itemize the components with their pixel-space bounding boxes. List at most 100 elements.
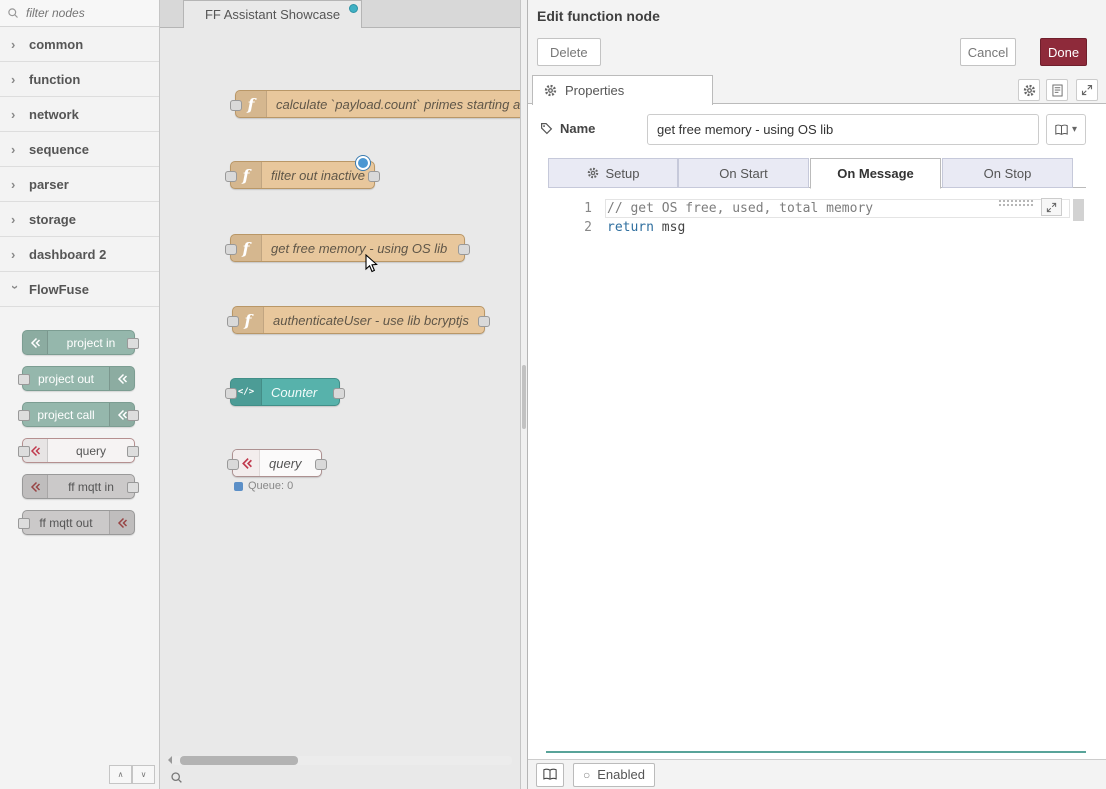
input-port: [18, 446, 30, 457]
expand-categories-button[interactable]: ∨: [132, 765, 155, 784]
input-port[interactable]: [225, 388, 237, 399]
output-port[interactable]: [368, 171, 380, 182]
input-port[interactable]: [225, 244, 237, 255]
category-label: sequence: [29, 142, 89, 157]
node-label: calculate `payload.count` primes startin…: [267, 97, 520, 112]
tab-label: On Stop: [984, 166, 1032, 181]
code-comment: // get OS free, used, total memory: [607, 201, 873, 216]
palette-node-project-out[interactable]: project out: [22, 366, 135, 391]
drag-handle-dots[interactable]: [998, 199, 1034, 207]
chevron-right-icon: ›: [11, 143, 20, 156]
name-label: Name: [540, 121, 595, 136]
flow-node-calculate-primes[interactable]: f calculate `payload.count` primes start…: [235, 90, 520, 118]
flow-canvas[interactable]: FF Assistant Showcase f calculate `paylo…: [160, 0, 520, 789]
palette-node-ff-mqtt-out[interactable]: ff mqtt out: [22, 510, 135, 535]
expand-editor-button[interactable]: [1041, 198, 1062, 216]
collapse-categories-button[interactable]: ∧: [109, 765, 132, 784]
name-input[interactable]: [647, 114, 1039, 145]
palette-category-common[interactable]: ›common: [0, 27, 159, 62]
node-palette: ›common › function ›network › sequence › pa…: [0, 0, 160, 789]
category-label: function: [29, 72, 80, 87]
tab-changed-dot: [349, 4, 358, 13]
input-port[interactable]: [227, 459, 239, 470]
flow-node-get-free-memory[interactable]: f get free memory - using OS lib: [230, 234, 465, 262]
palette-node-project-call[interactable]: project call: [22, 402, 135, 427]
palette-node-project-in[interactable]: project in: [22, 330, 135, 355]
horizontal-scrollbar[interactable]: [172, 756, 512, 765]
palette-category-dashboard2[interactable]: ›dashboard 2: [0, 237, 159, 272]
output-port[interactable]: [478, 316, 490, 327]
caret-down-icon: ▾: [1072, 124, 1077, 135]
tab-properties[interactable]: Properties: [532, 75, 713, 105]
editor-scrollbar-thumb[interactable]: [1073, 199, 1084, 221]
scroll-left-arrow[interactable]: [164, 756, 172, 764]
tab-on-message[interactable]: On Message: [810, 158, 941, 189]
palette-category-parser[interactable]: › parser: [0, 167, 159, 202]
zoom-search-icon[interactable]: [167, 768, 185, 786]
input-port: [18, 374, 30, 385]
tray-title: Edit function node: [537, 8, 660, 24]
output-port[interactable]: [458, 244, 470, 255]
description-button[interactable]: [1046, 79, 1068, 101]
tray-footer: ○ Enabled: [528, 759, 1106, 789]
gear-icon: [1023, 84, 1036, 97]
tab-setup[interactable]: Setup: [548, 158, 678, 188]
library-button[interactable]: [536, 763, 564, 787]
palette-category-storage[interactable]: › storage: [0, 202, 159, 237]
input-port[interactable]: [230, 100, 242, 111]
palette-category-flowfuse[interactable]: ›FlowFuse: [0, 272, 159, 307]
divider-grip[interactable]: [522, 365, 526, 429]
category-label: dashboard 2: [29, 247, 106, 262]
palette-search[interactable]: [0, 0, 159, 27]
flow-node-counter[interactable]: </> Counter: [230, 378, 340, 406]
flow-area[interactable]: f calculate `payload.count` primes start…: [160, 28, 520, 789]
flow-node-authenticate-user[interactable]: f authenticateUser - use lib bcryptjs: [232, 306, 485, 334]
palette-category-function[interactable]: › function: [0, 62, 159, 97]
output-port[interactable]: [333, 388, 345, 399]
delete-button[interactable]: Delete: [537, 38, 601, 66]
workspace-tabbar: FF Assistant Showcase: [160, 0, 520, 28]
enabled-label: Enabled: [597, 767, 645, 782]
input-port[interactable]: [227, 316, 239, 327]
category-label: parser: [29, 177, 69, 192]
done-button[interactable]: Done: [1040, 38, 1087, 66]
search-icon: [7, 7, 19, 19]
palette-node-ff-mqtt-in[interactable]: ff mqtt in: [22, 474, 135, 499]
book-icon: [1055, 124, 1068, 136]
tab-on-start[interactable]: On Start: [678, 158, 809, 188]
panel-resize-divider[interactable]: [520, 0, 528, 789]
flowfuse-icon: [109, 511, 134, 534]
name-row: Name ▾: [528, 114, 1106, 145]
flow-node-query[interactable]: query: [232, 449, 322, 477]
node-settings-button[interactable]: [1018, 79, 1040, 101]
expand-tray-button[interactable]: [1076, 79, 1098, 101]
chevron-right-icon: ›: [11, 108, 20, 121]
node-changed-dot: [356, 156, 370, 170]
code-editor[interactable]: 1 // get OS free, used, total memory 2 r…: [546, 196, 1086, 753]
label-options-button[interactable]: ▾: [1046, 114, 1086, 145]
output-port: [127, 446, 139, 457]
cancel-button[interactable]: Cancel: [960, 38, 1016, 66]
palette-category-sequence[interactable]: › sequence: [0, 132, 159, 167]
tab-on-stop[interactable]: On Stop: [942, 158, 1073, 188]
status-dot: [234, 482, 243, 491]
code-line: 2 return msg: [546, 218, 1086, 237]
chevron-right-icon: ›: [11, 213, 20, 226]
horizontal-scrollbar-thumb[interactable]: [180, 756, 298, 765]
palette-node-query[interactable]: query: [22, 438, 135, 463]
node-red-app: ›common › function ›network › sequence › pa…: [0, 0, 1106, 789]
palette-node-label: ff mqtt out: [23, 516, 109, 530]
enabled-toggle-button[interactable]: ○ Enabled: [573, 763, 655, 787]
palette-node-label: project in: [48, 336, 134, 350]
workspace-tab[interactable]: FF Assistant Showcase: [183, 0, 362, 28]
chevron-down-icon: ›: [9, 285, 22, 294]
palette-node-label: project out: [23, 372, 109, 386]
palette-category-network[interactable]: ›network: [0, 97, 159, 132]
input-port[interactable]: [225, 171, 237, 182]
flow-node-filter-out-inactive[interactable]: f filter out inactive: [230, 161, 375, 189]
palette-search-input[interactable]: [24, 5, 152, 21]
chevron-right-icon: ›: [11, 73, 20, 86]
output-port[interactable]: [315, 459, 327, 470]
chevron-right-icon: ›: [11, 178, 20, 191]
category-label: storage: [29, 212, 76, 227]
